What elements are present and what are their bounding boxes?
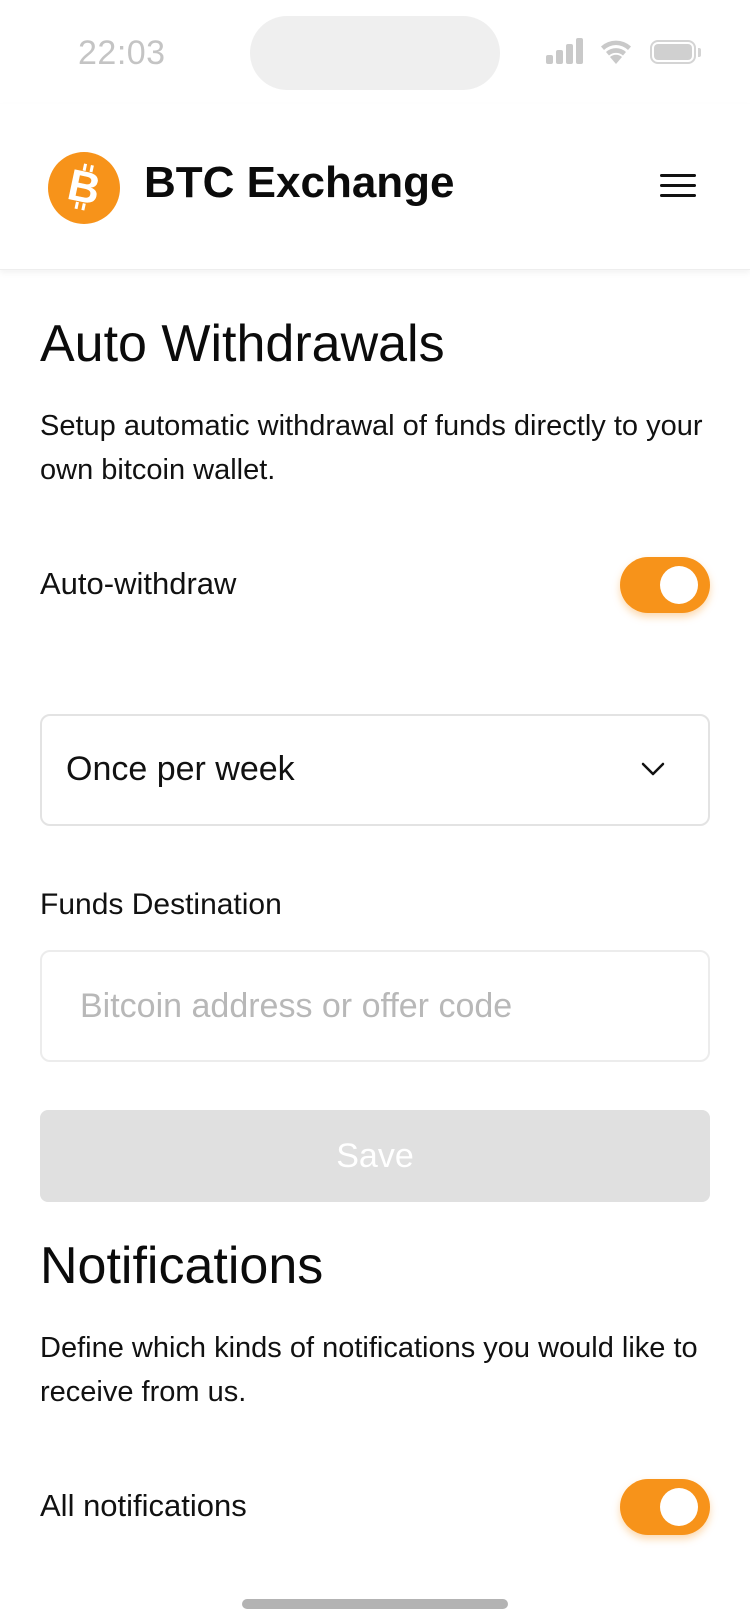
toggle-knob [660, 566, 698, 604]
toggle-knob [660, 1488, 698, 1526]
dynamic-island [250, 16, 500, 90]
bitcoin-logo-icon[interactable]: B [48, 152, 120, 224]
auto-withdraw-label: Auto-withdraw [40, 566, 237, 601]
battery-icon [650, 40, 702, 66]
withdraw-frequency-value: Once per week [66, 750, 295, 788]
app-header: B BTC Exchange [0, 104, 750, 270]
auto-withdrawals-description: Setup automatic withdrawal of funds dire… [40, 410, 703, 486]
status-time: 22:03 [78, 34, 166, 72]
chevron-down-icon [640, 760, 666, 778]
notifications-description: Define which kinds of notifications you … [40, 1332, 698, 1408]
app-title: BTC Exchange [144, 158, 455, 207]
funds-destination-input[interactable] [40, 950, 710, 1062]
notifications-title: Notifications [40, 1237, 324, 1295]
withdraw-frequency-select[interactable]: Once per week [40, 714, 710, 826]
auto-withdrawals-title: Auto Withdrawals [40, 315, 445, 373]
home-indicator[interactable] [242, 1599, 508, 1609]
save-button[interactable]: Save [40, 1110, 710, 1202]
all-notifications-label: All notifications [40, 1488, 247, 1523]
all-notifications-toggle[interactable] [620, 1479, 710, 1535]
status-bar: 22:03 [0, 0, 750, 104]
wifi-icon [598, 36, 634, 66]
auto-withdraw-toggle[interactable] [620, 557, 710, 613]
funds-destination-label: Funds Destination [40, 888, 282, 921]
cellular-signal-icon [546, 38, 584, 64]
hamburger-menu-icon[interactable] [660, 174, 698, 202]
